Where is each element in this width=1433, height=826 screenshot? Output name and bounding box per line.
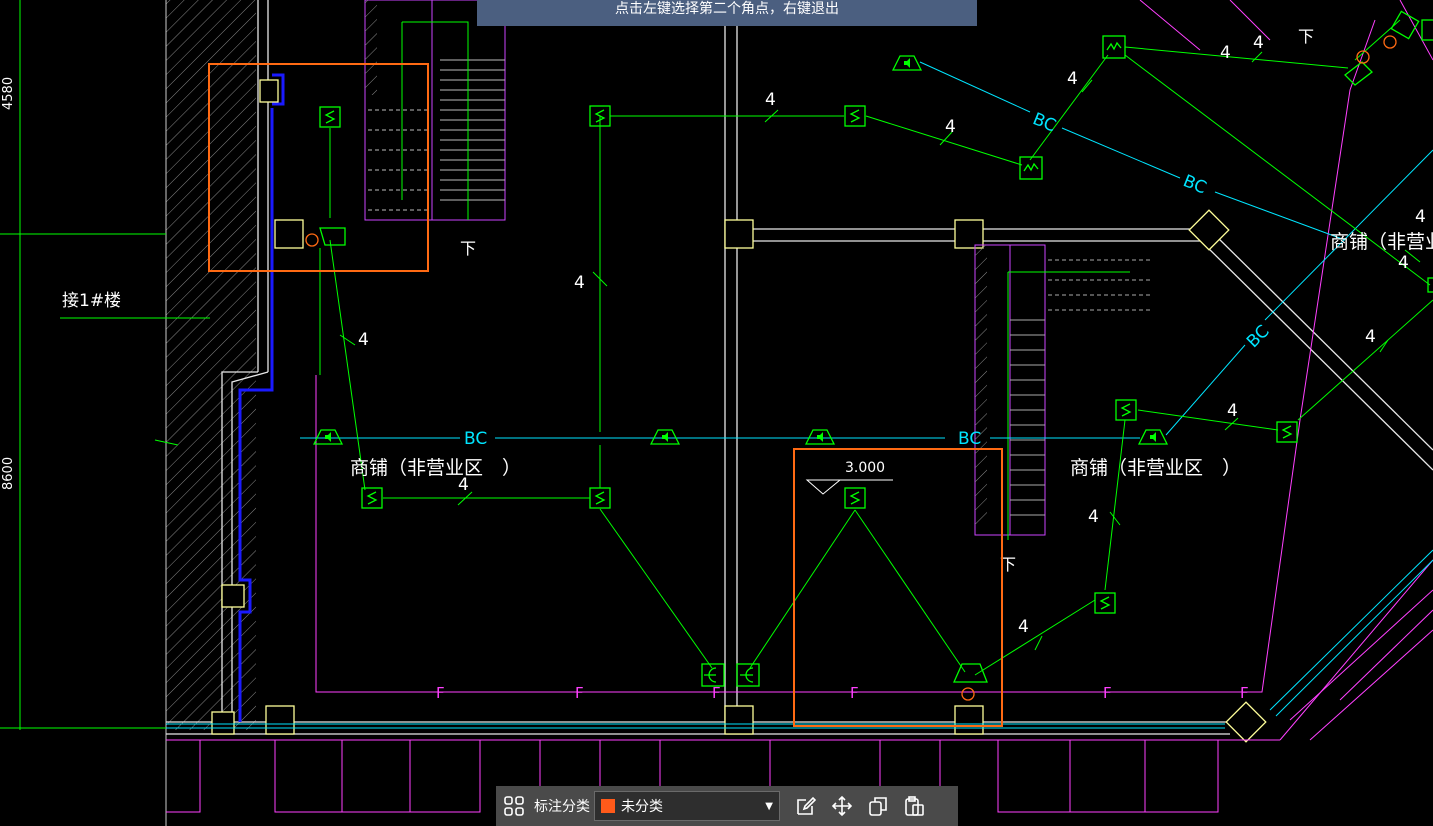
- elevation-marker: 3.000: [805, 460, 893, 495]
- stair-down-label-1: 下: [460, 239, 476, 258]
- elevation-text: 3.000: [845, 460, 885, 476]
- wire-count: 4: [1018, 617, 1029, 637]
- wire-count: 4: [1415, 207, 1426, 227]
- bc-label: BC: [1180, 171, 1209, 198]
- category-dropdown[interactable]: 未分类 ▼: [594, 791, 780, 821]
- wire-count: 4: [1253, 33, 1264, 53]
- wire-count: 4: [574, 273, 585, 293]
- category-label: 标注分类: [534, 799, 590, 815]
- edit-icon[interactable]: [788, 788, 824, 824]
- wires: [319, 19, 1433, 676]
- f-label: F: [1240, 684, 1249, 702]
- paste-icon[interactable]: [896, 788, 932, 824]
- f-label: F: [436, 684, 445, 702]
- wire-count: 4: [1227, 401, 1238, 421]
- wire-count: 4: [1067, 69, 1078, 89]
- f-labels: F F F F F F: [436, 684, 1249, 702]
- bc-label: BC: [1243, 322, 1274, 353]
- copy-icon[interactable]: [860, 788, 896, 824]
- wire-count: 4: [358, 330, 369, 350]
- wire-count: 4: [1088, 507, 1099, 527]
- wire-count: 4: [1220, 43, 1231, 63]
- f-label: F: [712, 684, 721, 702]
- wire-count: 4: [1365, 327, 1376, 347]
- dim-8600: 8600: [1, 457, 16, 490]
- building-label: 接1#楼: [62, 291, 121, 311]
- wire-count: 4: [765, 90, 776, 110]
- command-hint-bar: 点击左键选择第二个角点，右键退出: [477, 0, 977, 26]
- move-icon[interactable]: [824, 788, 860, 824]
- wire-count: 4: [458, 475, 469, 495]
- room-label-1: 商铺（非营业区 ）: [350, 457, 521, 479]
- category-value: 未分类: [621, 799, 663, 815]
- f-label: F: [850, 684, 859, 702]
- dim-4580: 4580: [1, 77, 16, 110]
- wall-hatch: [166, 0, 256, 730]
- stair-treads-top: [368, 59, 505, 211]
- bc-labels: BC BC BC BC BC: [464, 109, 1274, 449]
- selection-rect-2[interactable]: [793, 448, 1003, 727]
- columns: [211, 79, 1267, 743]
- bc-label: BC: [1030, 109, 1059, 136]
- stair-down-label-3: 下: [1298, 27, 1314, 46]
- wire-count: 4: [945, 117, 956, 137]
- switch-symbols: [319, 105, 1298, 614]
- cad-drawing-canvas[interactable]: 4580 8600 接1#楼 3.000 商铺（非营业区 ） 商铺（非营业区 ）…: [0, 0, 1433, 826]
- room-label-3: 商铺（非营业区: [1330, 231, 1433, 253]
- detector-symbols: [1019, 35, 1126, 180]
- wire-count: 4: [1398, 253, 1409, 273]
- f-label: F: [575, 684, 584, 702]
- category-color-swatch: [601, 799, 615, 813]
- f-label: F: [1103, 684, 1112, 702]
- grid-icon[interactable]: [496, 788, 532, 824]
- chevron-down-icon: ▼: [765, 800, 773, 812]
- module-symbols: [319, 61, 1373, 687]
- bc-label: BC: [958, 429, 981, 449]
- annotation-toolbar: 标注分类 未分类 ▼: [496, 786, 958, 826]
- room-label-2: 商铺（非营业区 ）: [1070, 457, 1241, 479]
- walls: [166, 0, 1433, 735]
- bc-label: BC: [464, 429, 487, 449]
- command-hint-text: 点击左键选择第二个角点，右键退出: [615, 1, 839, 17]
